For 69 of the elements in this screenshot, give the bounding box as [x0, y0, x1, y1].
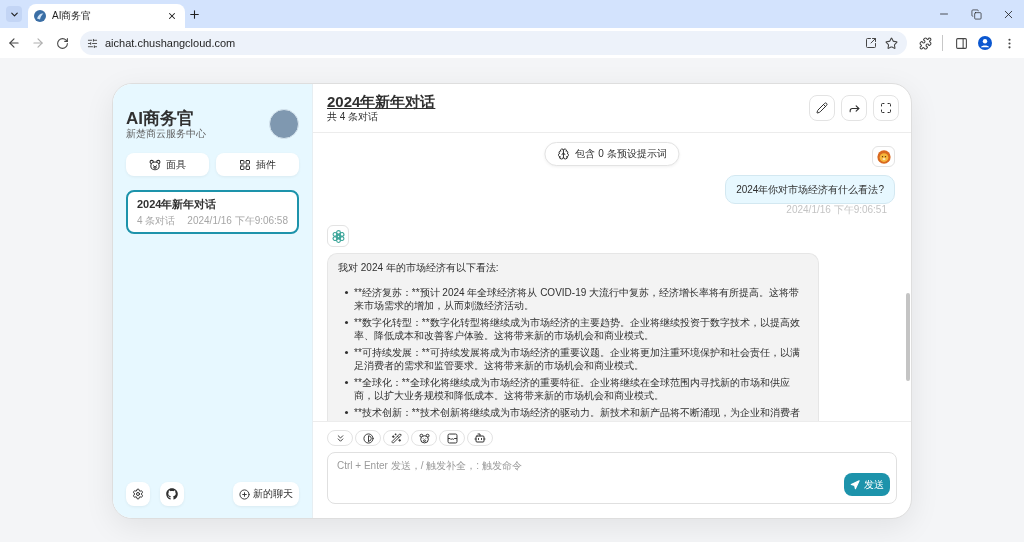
send-button[interactable]: 发送	[844, 473, 890, 496]
list-item-text: **可持续发展：**可持续发展将成为市场经济的重要议题。企业将更加注重环境保护和社会责任，以满足消费者的需求和监管要求。这将带来新的市场机会和商业模式。	[354, 346, 801, 372]
bullet-icon	[344, 411, 348, 414]
prompt-count-button[interactable]: 包含 0 条预设提示词	[544, 142, 680, 166]
bear-face-icon	[418, 432, 430, 444]
rename-button[interactable]	[809, 95, 835, 121]
new-chat-button[interactable]: 新的聊天	[233, 482, 299, 506]
avatar-placeholder	[269, 109, 299, 139]
magic-wand-icon	[390, 432, 402, 444]
bullet-icon	[344, 291, 348, 294]
tune-icon	[86, 37, 98, 49]
chat-list-item[interactable]: 2024年新年对话 4 条对话 2024/1/16 下午9:06:58	[126, 190, 299, 234]
profile-avatar-icon	[978, 36, 992, 50]
brain-icon	[557, 148, 570, 160]
expand-icon	[880, 102, 892, 114]
message-count: 4 条对话	[137, 215, 176, 227]
bear-face-icon	[149, 158, 161, 171]
fullscreen-button[interactable]	[873, 95, 899, 121]
close-icon	[167, 11, 177, 21]
share-button[interactable]	[841, 95, 867, 121]
send-arrow-icon	[850, 479, 860, 490]
robot-icon	[474, 432, 486, 444]
bot-avatar-icon	[327, 225, 349, 247]
chat-header-title[interactable]: 2024年新年对话	[327, 93, 436, 111]
list-item-text: **经济复苏：**预计 2024 年全球经济将从 COVID-19 大流行中复苏，经济增长率将有所提高。这将带来市场需求的增加，从而刺激经济活动。	[354, 286, 801, 312]
side-panel-icon	[954, 36, 968, 50]
settings-icon	[132, 488, 144, 500]
list-item-text: **技术创新：**技术创新将继续成为市场经济的驱动力。新技术和新产品将不断涌现，为企业和消费者	[354, 406, 800, 419]
user-message-bubble: 2024年你对市场经济有什么看法?	[725, 175, 895, 204]
grid-icon	[239, 158, 251, 171]
model-button[interactable]	[467, 430, 493, 446]
chat-header-subtitle: 共 4 条对话	[327, 111, 380, 123]
back-arrow-icon	[7, 36, 21, 50]
restore-icon	[970, 8, 982, 20]
round-logo-icon	[34, 10, 46, 22]
split-box-icon	[446, 432, 458, 444]
external-link-icon	[865, 37, 877, 49]
bullet-icon	[344, 351, 348, 354]
scrollbar-thumb[interactable]	[906, 293, 910, 381]
forward-arrow-icon	[31, 36, 45, 50]
clear-context-button[interactable]	[439, 430, 465, 446]
list-item-text: **数字化转型：**数字化转型将继续成为市场经济的主要趋势。企业将继续投资于数字技术，以提高效率、降低成本和改善客户体验。这将带来新的市场机会和商业模式。	[354, 316, 801, 342]
reload-icon	[55, 36, 69, 50]
puzzle-icon	[918, 36, 932, 50]
bullet-icon	[344, 321, 348, 324]
contrast-icon	[362, 432, 374, 444]
cat-logo-icon	[166, 488, 178, 500]
address-bar[interactable]: aichat.chushangcloud.com	[80, 31, 907, 55]
plus-icon	[187, 7, 201, 21]
mask-button[interactable]	[411, 430, 437, 446]
lion-avatar-icon	[872, 146, 895, 167]
star-icon	[884, 36, 898, 50]
settings-button[interactable]	[126, 482, 150, 506]
chat-title: 2024年新年对话	[137, 197, 218, 211]
sidebar-button[interactable]: 插件	[216, 153, 299, 176]
theme-button[interactable]	[355, 430, 381, 446]
repository-button[interactable]	[160, 482, 184, 506]
sidebar-button[interactable]: 面具	[126, 153, 209, 176]
app-title: AI商务官	[126, 110, 195, 128]
chat-timestamp: 2024/1/16 下午9:06:58	[187, 215, 288, 227]
browser-tab[interactable]: AI商务官	[28, 4, 185, 28]
circle-plus-icon	[239, 488, 250, 500]
tab-search-button[interactable]	[6, 6, 22, 22]
prompt-button[interactable]	[383, 430, 409, 446]
message-text: 我对 2024 年的市场经济有以下看法:	[338, 261, 500, 274]
pencil-icon	[816, 102, 828, 114]
list-item-text: **全球化：**全球化将继续成为市场经济的重要特征。企业将继续在全球范围内寻找新的市场和供应商，以扩大业务规模和降低成本。这将带来新的市场机会和商业模式。	[354, 376, 791, 402]
app-subtitle: 新楚商云服务中心	[126, 128, 206, 140]
bullet-icon	[344, 381, 348, 384]
